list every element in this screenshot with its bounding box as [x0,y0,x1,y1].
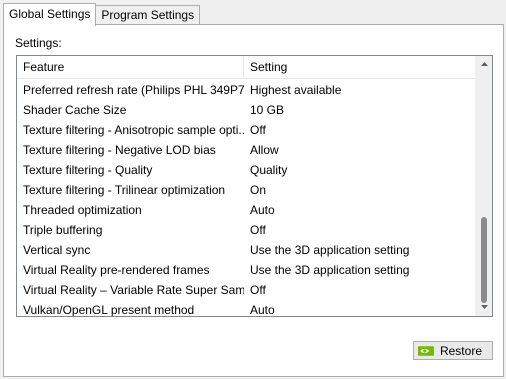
feature-cell: Threaded optimization [23,203,142,217]
list-row[interactable]: Texture filtering - Negative LOD bias Al… [17,140,476,160]
setting-cell[interactable]: Auto [244,300,476,316]
setting-cell[interactable]: Quality [244,160,476,180]
setting-cell[interactable]: Off [244,120,476,140]
feature-cell: Virtual Reality pre-rendered frames [23,263,210,277]
settings-label: Settings: [15,36,62,50]
setting-cell[interactable]: 10 GB [244,100,476,120]
feature-cell: Texture filtering - Negative LOD bias [23,143,216,157]
feature-cell: Triple buffering [23,223,103,237]
vertical-scrollbar[interactable] [475,56,492,316]
list-row[interactable]: Vulkan/OpenGL present method Auto [17,300,476,317]
list-rows: Preferred refresh rate (Philips PHL 349P… [17,80,476,317]
settings-panel: Settings: Feature Setting Preferred refr… [3,24,504,377]
feature-cell: Vertical sync [23,243,91,257]
feature-cell: Texture filtering - Trilinear optimizati… [23,183,226,197]
list-row[interactable]: Preferred refresh rate (Philips PHL 349P… [17,80,476,100]
feature-cell: Preferred refresh rate (Philips PHL 349P… [23,83,244,97]
setting-cell[interactable]: Use the 3D application setting [244,240,476,260]
list-row[interactable]: Shader Cache Size 10 GB [17,100,476,120]
feature-cell: Texture filtering - Anisotropic sample o… [23,123,244,137]
tab-strip: Global Settings Program Settings [3,3,201,26]
settings-list[interactable]: Feature Setting Preferred refresh rate (… [16,55,493,317]
feature-cell: Texture filtering - Quality [23,163,153,177]
feature-cell: Vulkan/OpenGL present method [23,303,195,317]
list-row[interactable]: Virtual Reality pre-rendered frames Use … [17,260,476,280]
setting-cell[interactable]: Allow [244,140,476,160]
tab-global-settings[interactable]: Global Settings [3,3,97,26]
setting-cell[interactable]: Off [244,220,476,240]
feature-cell: Shader Cache Size [23,103,127,117]
list-row[interactable]: Virtual Reality – Variable Rate Super Sa… [17,280,476,300]
list-row[interactable]: Texture filtering - Anisotropic sample o… [17,120,476,140]
list-row[interactable]: Texture filtering - Quality Quality [17,160,476,180]
setting-cell[interactable]: On [244,180,476,200]
column-header-feature[interactable]: Feature [17,56,244,78]
setting-cell[interactable]: Highest available [244,80,476,100]
list-row[interactable]: Triple buffering Off [17,220,476,240]
list-row[interactable]: Vertical sync Use the 3D application set… [17,240,476,260]
setting-cell[interactable]: Off [244,280,476,300]
scrollbar-thumb[interactable] [481,217,487,303]
setting-cell[interactable]: Use the 3D application setting [244,260,476,280]
chevron-up-icon[interactable] [476,56,492,73]
list-row[interactable]: Texture filtering - Trilinear optimizati… [17,180,476,200]
restore-button[interactable]: Restore [413,341,493,360]
restore-button-label: Restore [439,343,482,358]
column-header-setting[interactable]: Setting [244,56,476,78]
nvidia-logo-icon [418,345,434,356]
tab-program-settings[interactable]: Program Settings [95,5,201,25]
list-header: Feature Setting [17,56,476,79]
feature-cell: Virtual Reality – Variable Rate Super Sa… [23,283,244,297]
setting-cell[interactable]: Auto [244,200,476,220]
list-row[interactable]: Threaded optimization Auto [17,200,476,220]
chevron-down-icon[interactable] [476,299,492,316]
